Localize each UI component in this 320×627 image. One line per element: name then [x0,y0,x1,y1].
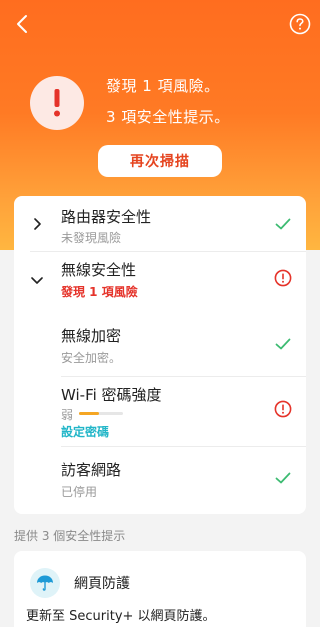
check-icon [274,335,292,353]
back-button[interactable] [8,10,36,38]
risk-alert-badge [30,76,84,130]
chevron-left-icon [17,15,27,33]
exclamation-icon [54,89,60,117]
warning-circle-icon [274,269,292,287]
item-subtitle: 已停用 [61,485,98,499]
item-title: Wi-Fi 密碼強度 [61,386,162,404]
item-title: 訪客網路 [61,461,122,479]
check-icon [274,469,292,487]
item-title: 無線安全性 [61,261,137,279]
item-subtitle: 未發現風險 [61,231,122,245]
strength-label: 弱 [61,408,74,422]
security-check-list: 路由器安全性 未發現風險 無線安全性 發現 1 項風險 無線加密 安全加密。 W… [14,196,306,514]
list-item-wireless-security[interactable]: 無線安全性 發現 1 項風險 [14,252,306,312]
tip-count-text: 3 項安全性提示。 [106,108,230,126]
password-strength-bar [79,412,123,415]
list-item-router-security[interactable]: 路由器安全性 未發現風險 [14,196,306,251]
tips-section-header: 提供 3 個安全性提示 [14,529,126,543]
item-title: 路由器安全性 [61,208,152,226]
help-button[interactable] [288,12,312,36]
risk-count-text: 發現 1 項風險。 [106,77,220,95]
question-circle-icon [289,13,311,35]
umbrella-icon [30,568,60,598]
item-subtitle-risk: 發現 1 項風險 [61,285,138,299]
item-subtitle: 安全加密。 [61,351,122,365]
set-password-link[interactable]: 設定密碼 [61,423,109,440]
warning-circle-icon [274,400,292,418]
chevron-down-icon [30,273,44,287]
item-title: 無線加密 [61,327,122,345]
password-strength-fill [79,412,99,415]
check-icon [274,215,292,233]
rescan-button[interactable]: 再次掃描 [98,145,222,177]
list-item-wifi-password-strength[interactable]: Wi-Fi 密碼強度 弱 設定密碼 [14,377,306,446]
list-item-wireless-encryption[interactable]: 無線加密 安全加密。 [14,312,306,376]
tip-card-web-protection[interactable]: 網頁防護 更新至 Security+ 以網頁防護。 [14,551,306,627]
tip-title: 網頁防護 [74,576,130,592]
tip-description: 更新至 Security+ 以網頁防護。 [26,609,216,624]
top-bar [0,0,320,50]
risk-summary: 發現 1 項風險。 3 項安全性提示。 [106,76,230,138]
list-item-guest-network[interactable]: 訪客網路 已停用 [14,447,306,514]
chevron-right-icon [30,217,44,231]
